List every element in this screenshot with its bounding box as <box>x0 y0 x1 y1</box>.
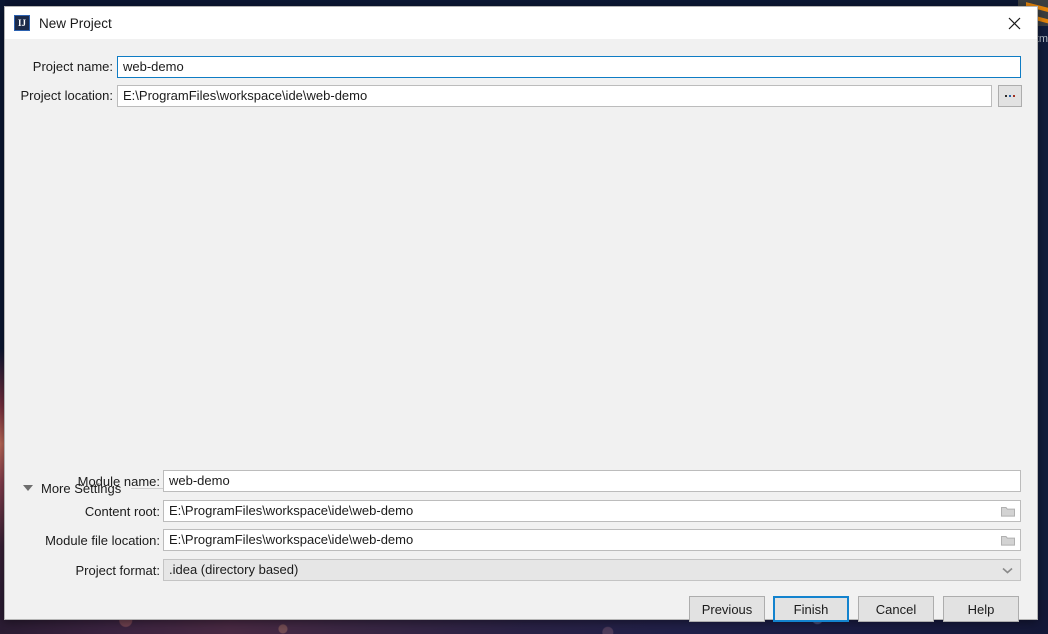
previous-button[interactable]: Previous <box>689 596 765 622</box>
module-name-label: Module name: <box>77 474 160 489</box>
module-file-location-label: Module file location: <box>45 533 160 548</box>
finish-button[interactable]: Finish <box>773 596 849 622</box>
dialog-titlebar: IJ New Project <box>5 7 1037 39</box>
dialog-title: New Project <box>39 15 112 31</box>
cancel-button[interactable]: Cancel <box>858 596 934 622</box>
new-project-dialog: IJ New Project Project name: web-demo Pr… <box>4 6 1038 622</box>
folder-icon <box>1000 535 1015 546</box>
chevron-down-icon <box>1002 567 1013 574</box>
project-format-select[interactable]: .idea (directory based) <box>163 559 995 581</box>
dialog-body: Project name: web-demo Project location:… <box>5 39 1037 622</box>
module-name-input[interactable]: web-demo <box>163 470 1021 492</box>
close-icon[interactable] <box>991 7 1037 39</box>
help-button[interactable]: Help <box>943 596 1019 622</box>
intellij-idea-icon: IJ <box>14 15 30 31</box>
project-location-label: Project location: <box>20 88 114 103</box>
project-location-input[interactable]: E:\ProgramFiles\workspace\ide\web-demo <box>117 85 992 107</box>
project-format-dropdown-button[interactable] <box>995 559 1021 581</box>
project-location-browse-button[interactable] <box>998 85 1022 107</box>
project-name-label: Project name: <box>32 59 113 74</box>
content-root-label: Content root: <box>84 504 160 519</box>
content-root-browse-button[interactable] <box>995 500 1021 522</box>
project-format-label: Project format: <box>75 563 160 578</box>
ellipsis-icon <box>1005 95 1015 97</box>
folder-icon <box>1000 506 1015 517</box>
module-file-location-browse-button[interactable] <box>995 529 1021 551</box>
project-name-input[interactable]: web-demo <box>117 56 1021 78</box>
module-file-location-input[interactable]: E:\ProgramFiles\workspace\ide\web-demo <box>163 529 995 551</box>
content-root-input[interactable]: E:\ProgramFiles\workspace\ide\web-demo <box>163 500 995 522</box>
